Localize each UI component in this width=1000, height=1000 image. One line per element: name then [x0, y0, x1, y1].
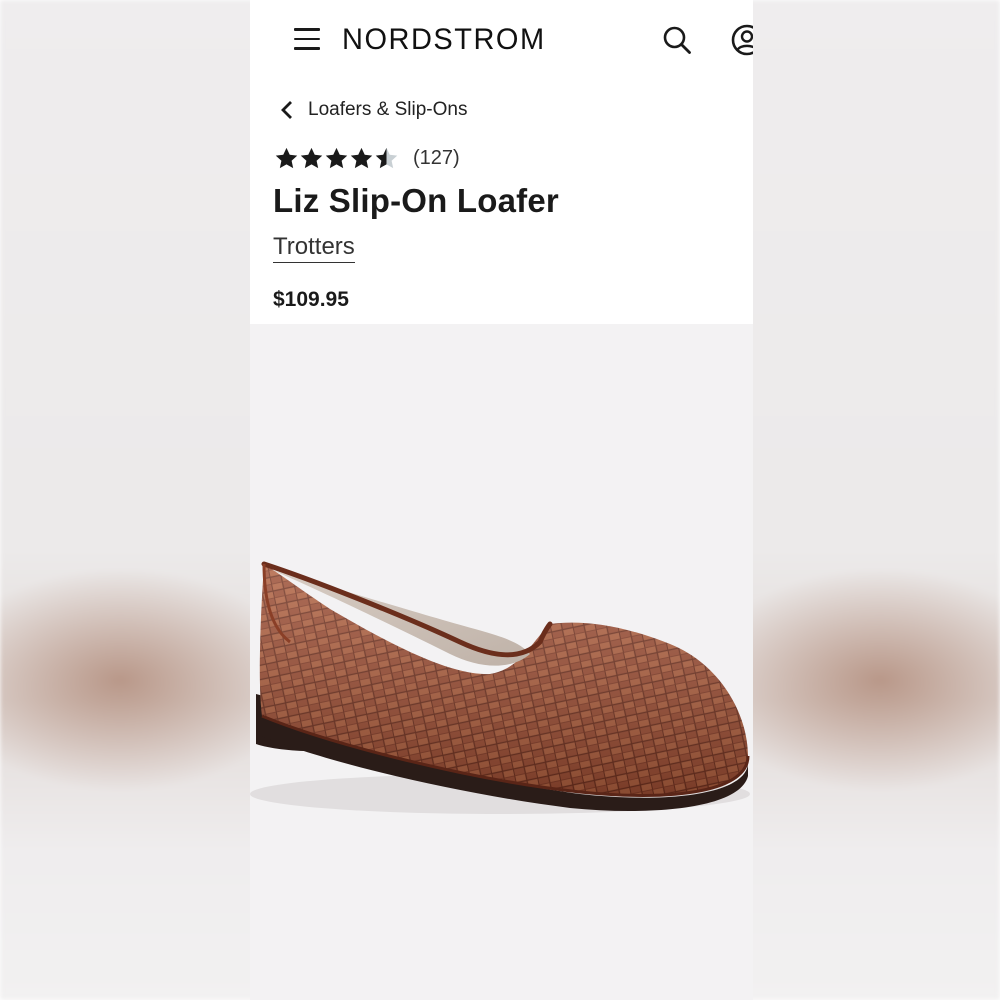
- menu-icon[interactable]: [294, 28, 320, 50]
- product-image[interactable]: [250, 324, 753, 1000]
- product-title: Liz Slip-On Loafer: [273, 182, 559, 219]
- star-half-icon: [375, 147, 398, 168]
- top-navigation-bar: NORDSTROM: [250, 0, 753, 80]
- breadcrumb[interactable]: Loafers & Slip-Ons: [280, 96, 467, 124]
- search-icon[interactable]: [662, 25, 692, 55]
- star-filled-icon: [325, 147, 348, 168]
- product-price: $109.95: [273, 288, 349, 311]
- account-icon[interactable]: [730, 23, 753, 57]
- nordstrom-logo[interactable]: NORDSTROM: [342, 22, 546, 59]
- chevron-left-icon: [281, 101, 292, 119]
- breadcrumb-label: Loafers & Slip-Ons: [308, 99, 468, 120]
- mobile-product-page: NORDSTROM Loafers & Slip-Ons (127) Liz S…: [250, 0, 753, 1000]
- star-rating[interactable]: [274, 146, 399, 171]
- star-filled-icon: [300, 147, 323, 168]
- product-rating: (127): [274, 144, 460, 172]
- brand-link[interactable]: Trotters: [273, 232, 355, 263]
- loafer-illustration: [250, 561, 750, 814]
- star-filled-icon: [275, 147, 298, 168]
- star-filled-icon: [350, 147, 373, 168]
- review-count[interactable]: (127): [413, 147, 460, 170]
